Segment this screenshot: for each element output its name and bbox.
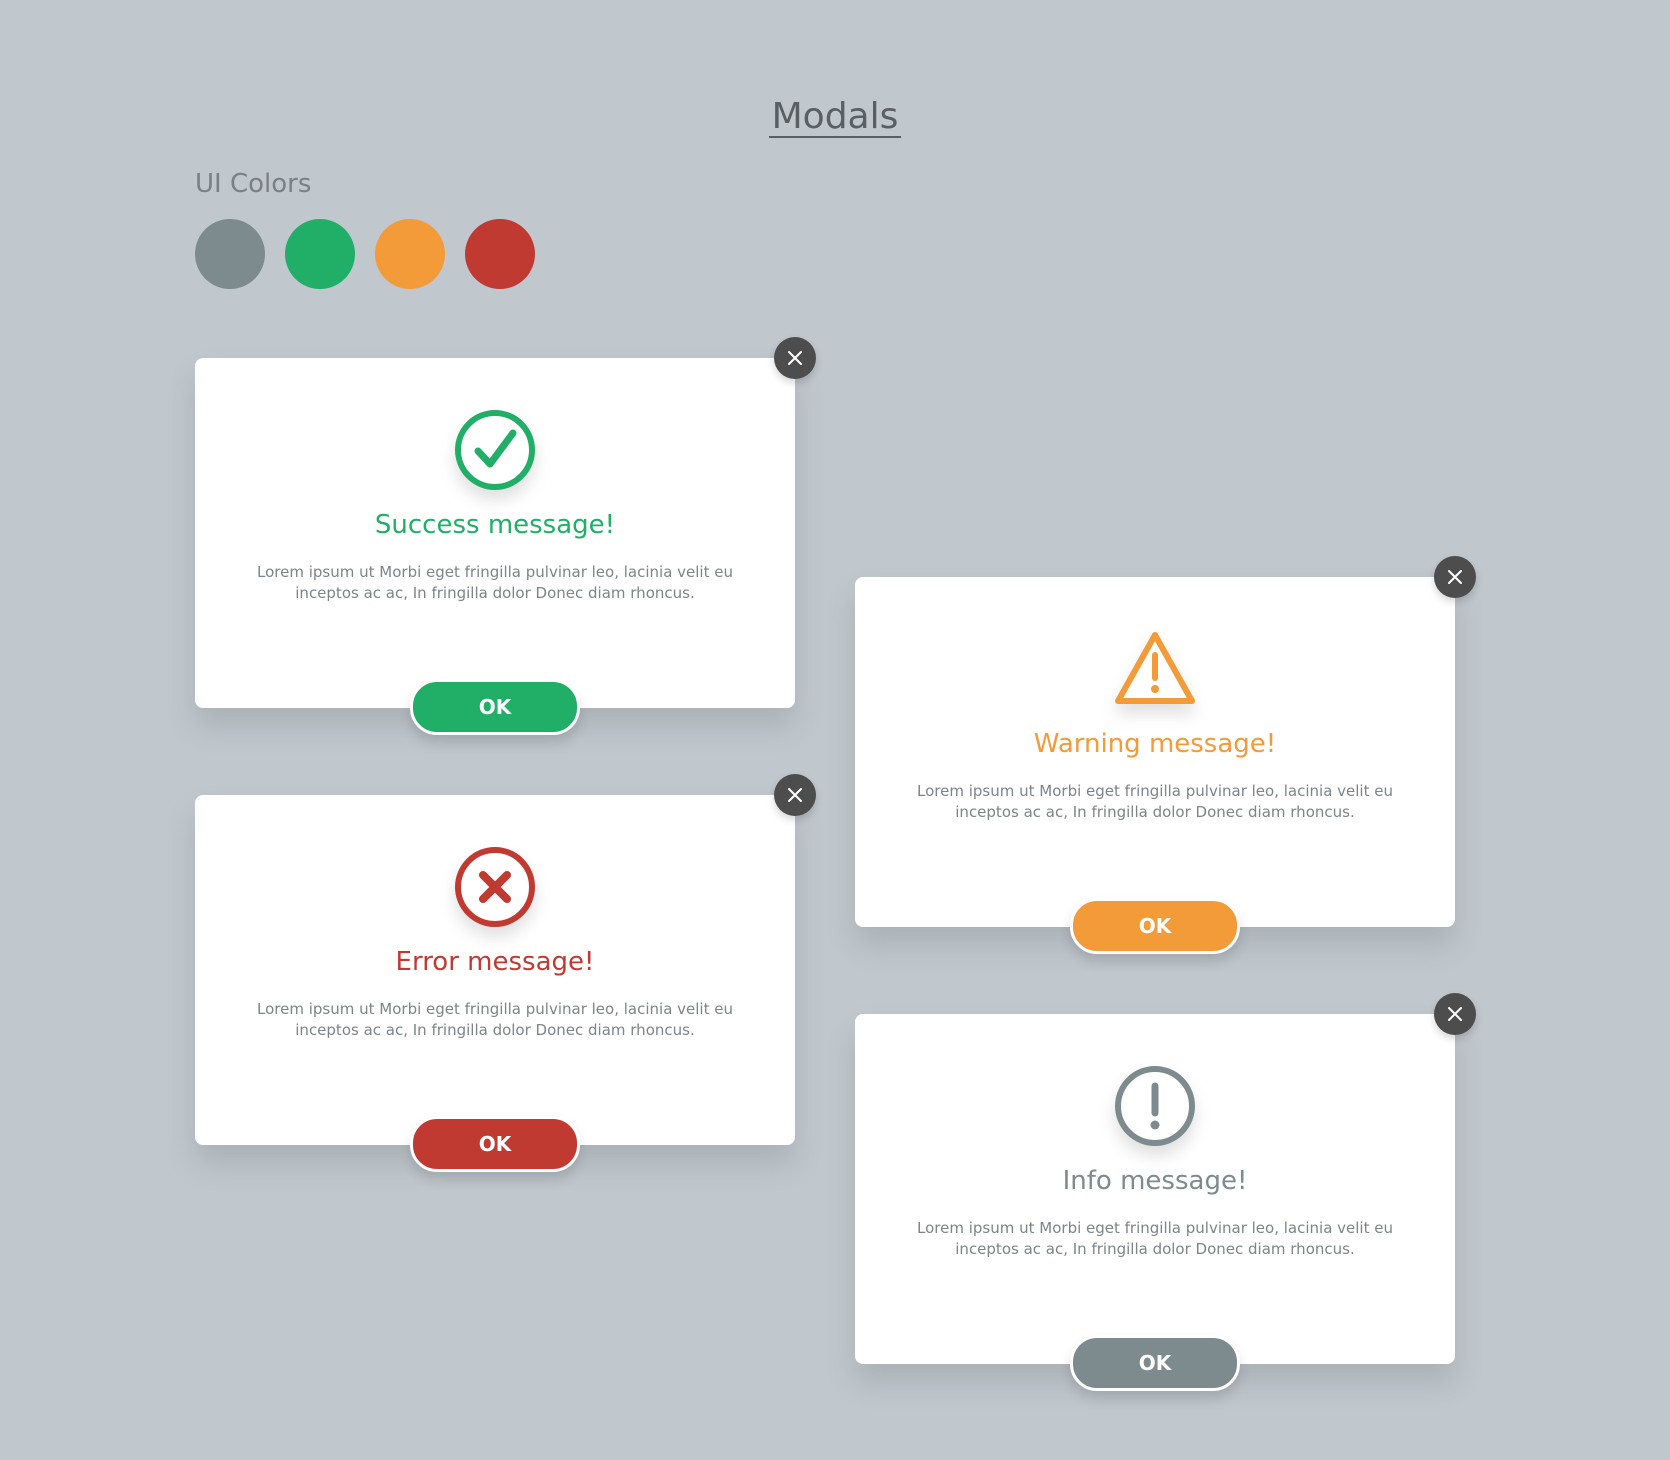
ok-button[interactable]: OK (1070, 898, 1240, 954)
modal-title: Info message! (1062, 1166, 1248, 1196)
modal-body: Lorem ipsum ut Morbi eget fringilla pulv… (917, 782, 1393, 821)
page-title: Modals (771, 96, 899, 137)
close-icon (788, 351, 802, 365)
modal-body: Lorem ipsum ut Morbi eget fringilla pulv… (257, 563, 733, 602)
info-exclamation-circle-icon (1115, 1066, 1195, 1146)
modal-title: Error message! (395, 947, 595, 977)
error-modal: Error message! Lorem ipsum ut Morbi eget… (195, 774, 816, 1172)
error-x-circle-icon (455, 847, 535, 927)
success-modal: Success message! Lorem ipsum ut Morbi eg… (195, 337, 816, 735)
check-circle-icon (455, 410, 535, 490)
close-icon (1448, 1007, 1462, 1021)
info-modal: Info message! Lorem ipsum ut Morbi eget … (855, 993, 1476, 1391)
ok-button[interactable]: OK (410, 679, 580, 735)
ui-colors-title: UI Colors (195, 169, 312, 199)
color-swatch-red (465, 219, 535, 289)
ok-button[interactable]: OK (410, 1116, 580, 1172)
close-icon (1448, 570, 1462, 584)
warning-triangle-icon (1115, 632, 1195, 704)
close-button[interactable] (1434, 556, 1476, 598)
color-swatch-gray (195, 219, 265, 289)
modal-body: Lorem ipsum ut Morbi eget fringilla pulv… (257, 1000, 733, 1039)
close-button[interactable] (774, 337, 816, 379)
color-swatch-orange (375, 219, 445, 289)
warning-modal: Warning message! Lorem ipsum ut Morbi eg… (855, 556, 1476, 954)
close-icon (788, 788, 802, 802)
color-swatch-green (285, 219, 355, 289)
close-button[interactable] (774, 774, 816, 816)
ok-button[interactable]: OK (1070, 1335, 1240, 1391)
close-button[interactable] (1434, 993, 1476, 1035)
page-title-underline (769, 136, 901, 138)
modal-body: Lorem ipsum ut Morbi eget fringilla pulv… (917, 1219, 1393, 1258)
modal-title: Success message! (374, 510, 616, 540)
modal-title: Warning message! (1033, 729, 1277, 759)
